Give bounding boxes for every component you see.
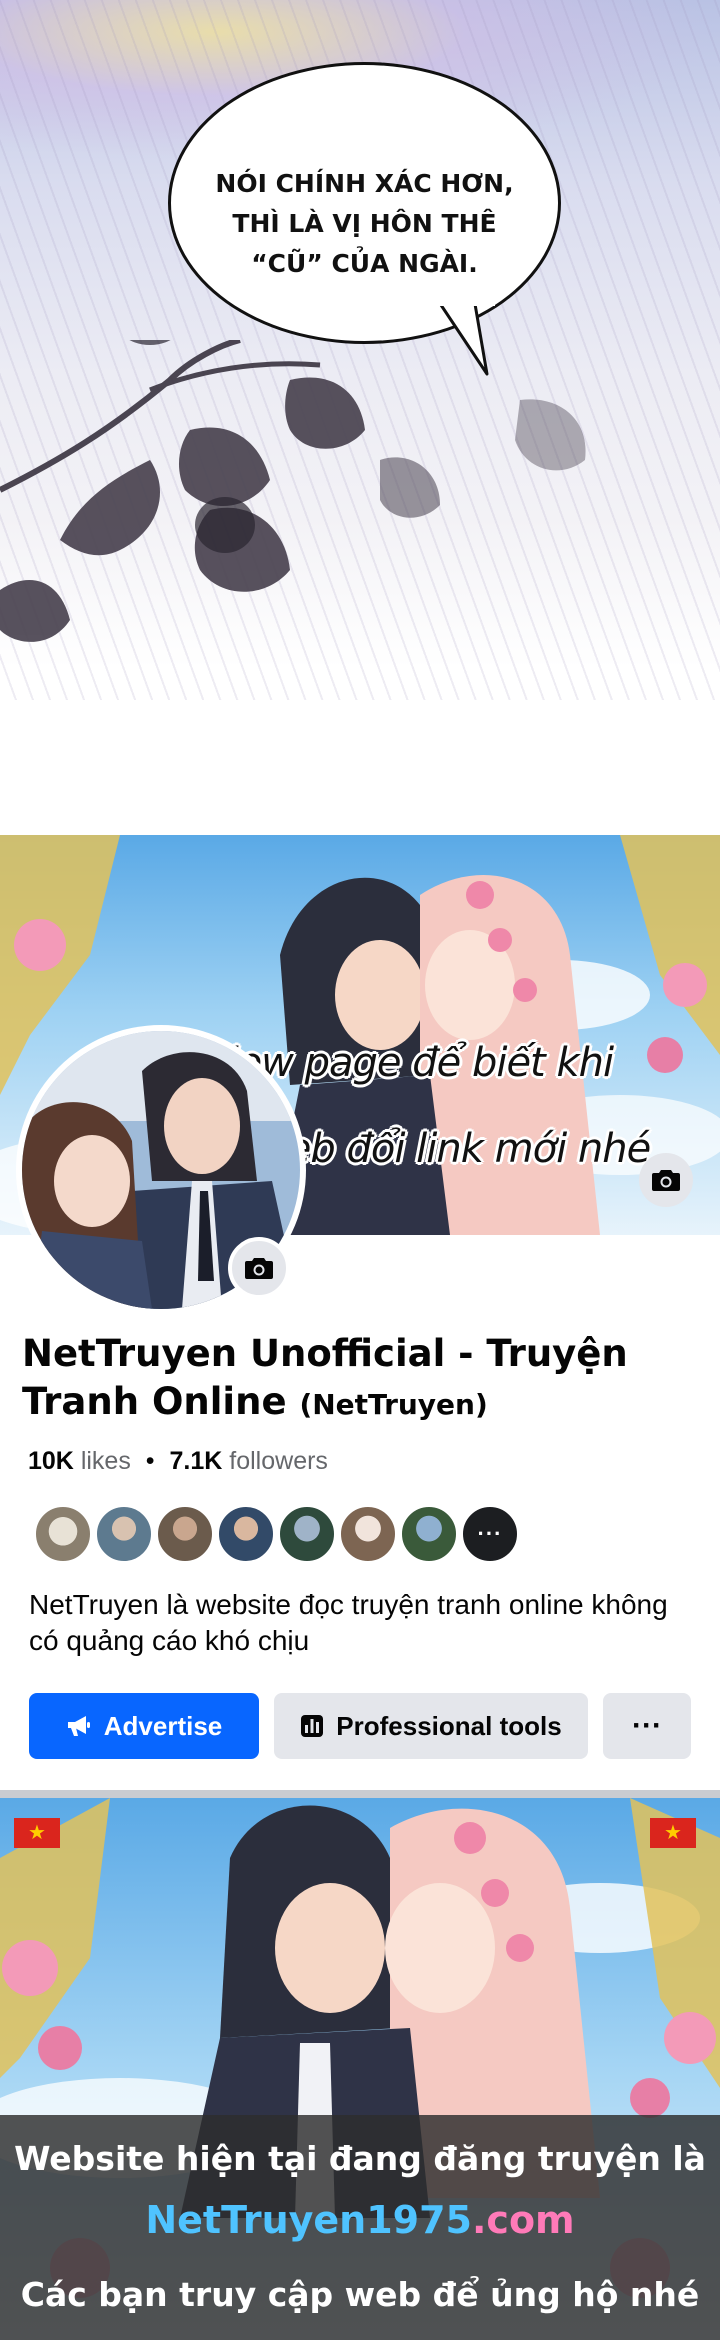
vietnam-flag-icon: ★ bbox=[650, 1818, 696, 1848]
facebook-page-card: Follow page để biết khi nào web đổi link… bbox=[0, 835, 720, 1798]
promo-banner: ★ ★ Website hiện tại đang đăng truyện là… bbox=[0, 1798, 720, 2340]
professional-tools-button[interactable]: Professional tools bbox=[274, 1693, 588, 1759]
speech-line: THÌ LÀ VỊ HÔN THÊ bbox=[232, 209, 497, 238]
likes-stat[interactable]: 10K likes bbox=[28, 1447, 131, 1475]
speech-bubble-tail bbox=[435, 300, 495, 376]
edit-cover-button[interactable] bbox=[639, 1153, 693, 1207]
banner-line-3: Các bạn truy cập web để ủng hộ nhé bbox=[20, 2275, 700, 2314]
flag-star: ★ bbox=[28, 1822, 46, 1844]
speech-line: “CŨ” CỦA NGÀI. bbox=[251, 249, 478, 278]
professional-tools-label: Professional tools bbox=[336, 1710, 562, 1741]
follower-avatar[interactable] bbox=[156, 1505, 214, 1563]
camera-icon bbox=[652, 1170, 680, 1191]
bellflower-silhouettes bbox=[0, 340, 586, 642]
followers-stat[interactable]: 7.1K followers bbox=[170, 1447, 328, 1475]
edit-avatar-button[interactable] bbox=[228, 1237, 290, 1299]
comic-panel: NÓI CHÍNH XÁC HƠN, THÌ LÀ VỊ HÔN THÊ “CŨ… bbox=[0, 0, 720, 835]
more-icon: ··· bbox=[632, 1709, 662, 1742]
banner-site-link[interactable]: NetTruyen1975.com bbox=[0, 2198, 720, 2242]
follower-avatar[interactable] bbox=[217, 1505, 275, 1563]
page-description: NetTruyen là website đọc truyện tranh on… bbox=[29, 1589, 668, 1656]
more-icon: ··· bbox=[477, 1521, 503, 1546]
follower-avatars: ··· bbox=[34, 1505, 522, 1565]
site-name: NetTruyen1975 bbox=[145, 2198, 472, 2242]
site-domain: .com bbox=[471, 2198, 575, 2242]
follower-avatar[interactable] bbox=[95, 1505, 153, 1563]
vietnam-flag-icon: ★ bbox=[14, 1818, 60, 1848]
follower-avatar[interactable] bbox=[339, 1505, 397, 1563]
camera-icon bbox=[245, 1258, 273, 1279]
section-divider bbox=[0, 1790, 720, 1798]
advertise-button[interactable]: Advertise bbox=[29, 1693, 259, 1759]
stats-separator: • bbox=[145, 1447, 155, 1475]
more-followers-button[interactable]: ··· bbox=[461, 1505, 519, 1563]
followers-label: followers bbox=[229, 1447, 328, 1475]
likes-count: 10K bbox=[28, 1447, 74, 1475]
advertise-label: Advertise bbox=[103, 1710, 223, 1741]
banner-overlay: Website hiện tại đang đăng truyện là Net… bbox=[0, 2115, 720, 2340]
chart-icon bbox=[301, 1715, 324, 1737]
follower-avatar[interactable] bbox=[278, 1505, 336, 1563]
page-stats: 10K likes • 7.1K followers bbox=[28, 1447, 328, 1476]
flag-star: ★ bbox=[664, 1822, 682, 1844]
likes-label: likes bbox=[80, 1447, 131, 1475]
speech-bubble-text: NÓI CHÍNH XÁC HƠN, THÌ LÀ VỊ HÔN THÊ “CŨ… bbox=[168, 164, 561, 284]
page-title: NetTruyen Unofficial - Truyện Tranh Onli… bbox=[22, 1330, 682, 1429]
follower-avatar[interactable] bbox=[400, 1505, 458, 1563]
speech-line: NÓI CHÍNH XÁC HƠN, bbox=[215, 169, 514, 198]
more-options-button[interactable]: ··· bbox=[603, 1693, 691, 1759]
follower-avatar[interactable] bbox=[34, 1505, 92, 1563]
megaphone-icon bbox=[67, 1716, 90, 1736]
followers-count: 7.1K bbox=[169, 1447, 223, 1475]
banner-line-1: Website hiện tại đang đăng truyện là bbox=[14, 2139, 706, 2178]
page-handle: (NetTruyen) bbox=[299, 1388, 488, 1421]
